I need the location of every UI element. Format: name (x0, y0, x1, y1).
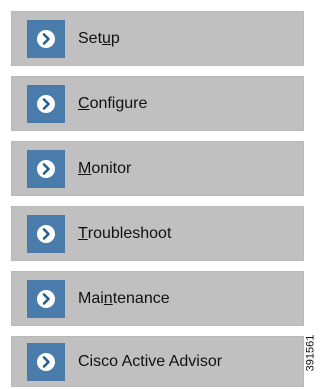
menu-item-label: Set u p (78, 29, 120, 47)
menu-item-maintenance[interactable]: Mai n tenance (11, 271, 304, 326)
menu-item-label: Monitor (78, 159, 132, 177)
menu-item-setup[interactable]: Set u p (11, 11, 304, 66)
menu-item-troubleshoot[interactable]: Troubleshoot (11, 206, 304, 261)
menu-item-label: Configure (78, 94, 148, 112)
figure-id: 391561 (300, 318, 320, 388)
chevron-right-circle-icon (27, 150, 65, 188)
chevron-right-circle-icon (27, 20, 65, 58)
menu-item-label: Cisco Active Advisor (78, 352, 223, 370)
menu-item-label: Troubleshoot (78, 224, 172, 242)
figure-id-text: 391561 (304, 334, 316, 372)
chevron-right-circle-icon (27, 280, 65, 318)
chevron-right-circle-icon (27, 343, 65, 381)
menu-item-cisco-active-advisor[interactable]: Cisco Active Advisor (11, 336, 304, 387)
menu-item-monitor[interactable]: Monitor (11, 141, 304, 196)
chevron-right-circle-icon (27, 215, 65, 253)
menu-item-configure[interactable]: Configure (11, 76, 304, 131)
menu-item-label: Mai n tenance (78, 289, 170, 307)
main-menu: Set u p Configure Monitor Troubleshoot Mai… (11, 11, 304, 387)
chevron-right-circle-icon (27, 85, 65, 123)
